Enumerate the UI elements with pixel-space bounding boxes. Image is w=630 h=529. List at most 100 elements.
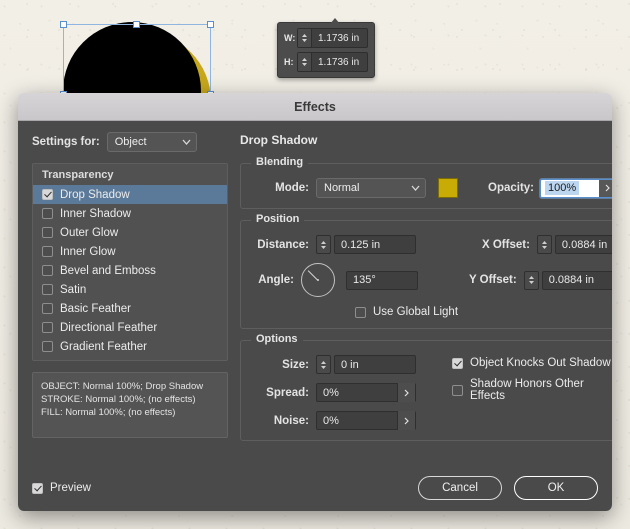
blend-mode-value: Normal [324, 182, 359, 194]
x-offset-field[interactable]: 0.0884 in [555, 235, 612, 254]
width-field[interactable]: 1.1736 in [297, 28, 368, 48]
effect-row-drop-shadow[interactable]: Drop Shadow [33, 185, 227, 204]
angle-label: Angle: [251, 274, 294, 286]
effect-row-inner-glow[interactable]: Inner Glow [33, 242, 227, 261]
size-stepper[interactable] [316, 355, 331, 374]
effect-row-basic-feather[interactable]: Basic Feather [33, 299, 227, 318]
effect-row-inner-shadow[interactable]: Inner Shadow [33, 204, 227, 223]
noise-value[interactable]: 0% [317, 415, 345, 427]
width-stepper[interactable] [298, 29, 312, 47]
selection-bounding-box[interactable] [63, 24, 211, 95]
object-knocks-out-shadow-checkbox[interactable] [452, 358, 463, 369]
effects-list[interactable]: Transparency Drop Shadow Inner Shadow Ou… [32, 163, 228, 361]
options-right: Object Knocks Out Shadow Shadow Honors O… [452, 355, 612, 430]
effect-row-gradient-feather[interactable]: Gradient Feather [33, 337, 227, 356]
stepper-arrows-icon [528, 275, 535, 285]
width-value[interactable]: 1.1736 in [312, 33, 367, 44]
cancel-button[interactable]: Cancel [418, 476, 502, 500]
ok-button[interactable]: OK [514, 476, 598, 500]
dialog-columns: Transparency Drop Shadow Inner Shadow Ou… [32, 163, 598, 452]
x-offset-value[interactable]: 0.0884 in [556, 239, 612, 251]
effect-checkbox-basic-feather[interactable] [42, 303, 53, 314]
use-global-light-option[interactable]: Use Global Light [355, 306, 612, 318]
x-offset-stepper[interactable] [537, 235, 552, 254]
size-field[interactable]: 0 in [334, 355, 416, 374]
selection-handle-top-left[interactable] [60, 21, 67, 28]
distance-row: Distance: 0.125 in [251, 235, 612, 254]
angle-row: Angle: 135° Y Offset: [251, 263, 612, 297]
object-knocks-out-shadow-option[interactable]: Object Knocks Out Shadow [452, 357, 612, 369]
chevron-down-icon [411, 185, 420, 191]
y-offset-value[interactable]: 0.0884 in [543, 274, 600, 286]
preview-toggle[interactable]: Preview [32, 482, 91, 494]
height-stepper[interactable] [298, 53, 312, 71]
shadow-honors-other-effects-checkbox[interactable] [452, 385, 463, 396]
effect-label: Bevel and Emboss [60, 265, 156, 277]
distance-field[interactable]: 0.125 in [334, 235, 416, 254]
size-value[interactable]: 0 in [335, 359, 365, 371]
shadow-honors-other-effects-option[interactable]: Shadow Honors Other Effects [452, 378, 612, 402]
effect-checkbox-inner-shadow[interactable] [42, 208, 53, 219]
effect-row-satin[interactable]: Satin [33, 280, 227, 299]
y-offset-field-wrap[interactable]: 0.0884 in [524, 271, 612, 290]
spread-flyout-button[interactable] [397, 383, 415, 402]
width-label: W: [284, 33, 297, 43]
effect-checkbox-satin[interactable] [42, 284, 53, 295]
x-offset-field-wrap[interactable]: 0.0884 in [537, 235, 612, 254]
stepper-arrows-icon [301, 33, 308, 43]
use-global-light-checkbox[interactable] [355, 307, 366, 318]
spread-field[interactable]: 0% [316, 383, 416, 402]
selection-handle-top-middle[interactable] [133, 21, 140, 28]
height-field[interactable]: 1.1736 in [297, 52, 368, 72]
stepper-arrows-icon [320, 240, 327, 250]
y-offset-label: Y Offset: [469, 274, 517, 286]
effect-checkbox-outer-glow[interactable] [42, 227, 53, 238]
opacity-flyout-button[interactable] [599, 180, 612, 197]
opacity-value[interactable]: 100% [545, 181, 579, 195]
blend-mode-select[interactable]: Normal [316, 178, 426, 198]
effect-checkbox-drop-shadow[interactable] [42, 189, 53, 200]
mode-label: Mode: [251, 182, 309, 194]
size-field-wrap[interactable]: 0 in [316, 355, 416, 374]
effect-checkbox-bevel-and-emboss[interactable] [42, 265, 53, 276]
distance-value[interactable]: 0.125 in [335, 239, 386, 251]
y-offset-stepper[interactable] [524, 271, 539, 290]
width-height-widget: W: 1.1736 in H: 1.1736 in [277, 22, 375, 78]
noise-flyout-button[interactable] [397, 411, 415, 430]
options-group-title: Options [251, 333, 303, 345]
noise-field[interactable]: 0% [316, 411, 416, 430]
effect-label: Inner Shadow [60, 208, 131, 220]
distance-stepper[interactable] [316, 235, 331, 254]
dialog-titlebar[interactable]: Effects [18, 93, 612, 121]
position-group-title: Position [251, 213, 304, 225]
selection-handle-top-right[interactable] [207, 21, 214, 28]
effect-label: Gradient Feather [60, 341, 147, 353]
effect-label: Outer Glow [60, 227, 118, 239]
angle-dial[interactable] [301, 263, 335, 297]
effect-checkbox-inner-glow[interactable] [42, 246, 53, 257]
spread-value[interactable]: 0% [317, 387, 345, 399]
object-knocks-out-shadow-label: Object Knocks Out Shadow [470, 357, 611, 369]
shadow-color-swatch[interactable] [438, 178, 458, 198]
right-column: Blending Mode: Normal Opacity: 100% [240, 163, 612, 452]
y-offset-field[interactable]: 0.0884 in [542, 271, 612, 290]
panel-heading: Drop Shadow [240, 133, 317, 147]
blending-mode-row: Mode: Normal Opacity: 100% [251, 178, 612, 198]
opacity-field[interactable]: 100% [540, 179, 612, 198]
effect-row-directional-feather[interactable]: Directional Feather [33, 318, 227, 337]
angle-field[interactable]: 135° [346, 271, 418, 290]
effects-summary-box: OBJECT: Normal 100%; Drop Shadow STROKE:… [32, 372, 228, 438]
height-row: H: 1.1736 in [284, 52, 368, 72]
distance-field-wrap[interactable]: 0.125 in [316, 235, 416, 254]
effect-checkbox-directional-feather[interactable] [42, 322, 53, 333]
stepper-arrows-icon [541, 240, 548, 250]
chevron-right-icon [404, 417, 409, 425]
height-value[interactable]: 1.1736 in [312, 57, 367, 68]
settings-for-select[interactable]: Object [107, 132, 197, 152]
angle-value[interactable]: 135° [347, 274, 382, 286]
effect-checkbox-gradient-feather[interactable] [42, 341, 53, 352]
blending-group: Blending Mode: Normal Opacity: 100% [240, 163, 612, 209]
effect-row-outer-glow[interactable]: Outer Glow [33, 223, 227, 242]
preview-checkbox[interactable] [32, 483, 43, 494]
effect-row-bevel-and-emboss[interactable]: Bevel and Emboss [33, 261, 227, 280]
